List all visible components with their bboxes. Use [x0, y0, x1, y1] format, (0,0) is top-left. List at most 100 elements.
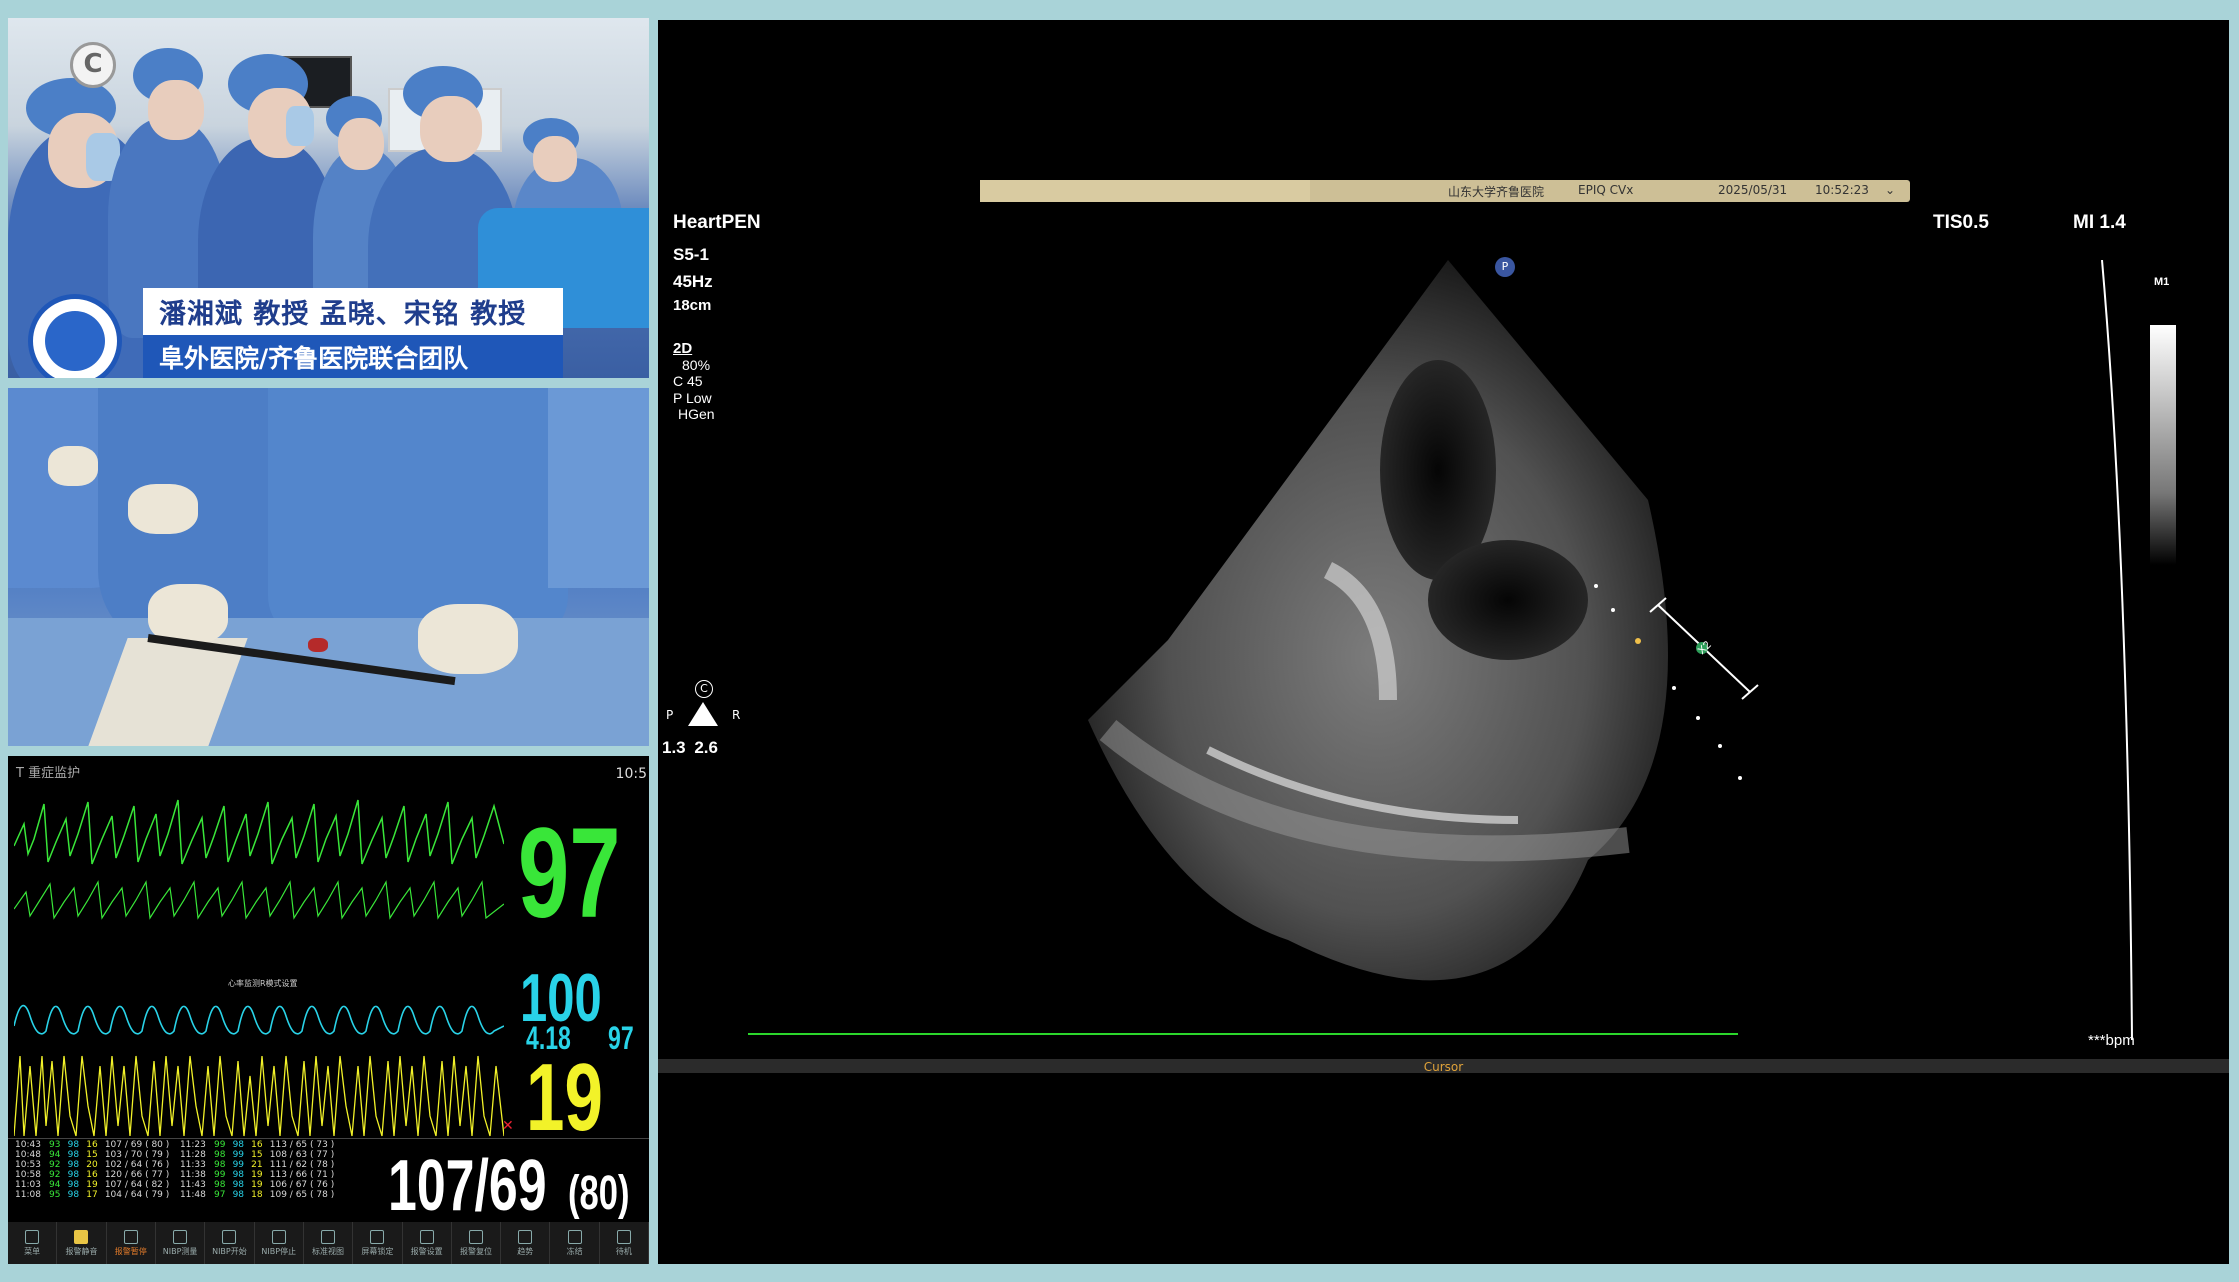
ultrasound-screen: 山东大学齐鲁医院 EPIQ CVx 2025/05/31 10:52:23 ⌄ …	[658, 20, 2229, 1264]
orientation-c: C	[695, 680, 713, 698]
cursor-label: Cursor	[1423, 1060, 1464, 1074]
table-cell: 98	[67, 1190, 80, 1200]
table-cell: 16	[251, 1140, 263, 1150]
button-label: 屏幕锁定	[361, 1246, 394, 1256]
table-cell: 11:03	[15, 1180, 41, 1190]
monitor-button[interactable]: NIBP开始	[205, 1222, 255, 1264]
pleth-waveform	[14, 1004, 504, 1035]
bpm-value: ***bpm	[2088, 1032, 2135, 1049]
gain: 80%	[682, 357, 711, 373]
monitor-button[interactable]: NIBP停止	[255, 1222, 304, 1264]
us-header-empty	[980, 180, 1310, 202]
table-cell: 11:48	[179, 1190, 206, 1200]
table-cell: 19	[251, 1170, 263, 1180]
patient-monitor: T 重症监护 10:5 心率监测R模式设置 97 100 4.18 97 19 …	[8, 756, 649, 1264]
table-cell: 98	[232, 1190, 245, 1200]
trend-table: 10:43 93 98 16 107 / 69 ( 80 ) 11:23 99 98 16 113…	[12, 1140, 342, 1200]
us-device: EPIQ CVx	[1578, 183, 1634, 197]
table-cell: 19	[251, 1180, 263, 1190]
table-cell: 98	[213, 1160, 226, 1170]
orientation-r: R	[732, 708, 741, 722]
chevron-down-icon[interactable]: ⌄	[1885, 183, 1895, 197]
monitor-button[interactable]: 趋势	[501, 1222, 551, 1264]
monitor-button[interactable]: 报警暂停	[107, 1222, 156, 1264]
table-row: 10:43 93 98 16 107 / 69 ( 80 ) 11:23 99 98 16 113…	[12, 1140, 342, 1150]
table-cell: 17	[86, 1190, 98, 1200]
button-label: 报警暂停	[114, 1246, 147, 1256]
monitor-button[interactable]: NIBP测量	[156, 1222, 206, 1264]
table-cell: 11:38	[179, 1170, 206, 1180]
button-icon	[25, 1229, 40, 1244]
table-cell: 98	[67, 1150, 80, 1160]
table-cell: 10:48	[15, 1150, 41, 1160]
surgeon	[548, 388, 649, 588]
table-cell: 120 / 66 ( 77 )	[104, 1170, 170, 1180]
us-hospital: 山东大学齐鲁医院	[1448, 185, 1545, 199]
surgeon	[268, 388, 568, 648]
caption-team: 阜外医院/齐鲁医院联合团队	[143, 335, 563, 378]
depth: 18cm	[673, 297, 712, 314]
table-row: 10:58 92 98 16 120 / 66 ( 77 ) 11:38 99 98 19 113…	[12, 1170, 342, 1180]
button-label: NIBP开始	[212, 1246, 247, 1256]
table-cell: 15	[86, 1150, 98, 1160]
face	[338, 118, 384, 170]
table-cell: 98	[232, 1180, 245, 1190]
table-cell: 107 / 69 ( 80 )	[104, 1140, 170, 1150]
button-icon	[567, 1229, 582, 1244]
button-icon	[370, 1229, 385, 1244]
compress: C 45	[673, 373, 703, 389]
table-cell: 11:08	[15, 1190, 41, 1200]
focus-marker-icon[interactable]: P	[1495, 257, 1515, 277]
table-row: 11:03 94 98 19 107 / 64 ( 82 ) 11:43 98 98 19 106…	[12, 1180, 342, 1190]
monitor-button[interactable]: 报警静音	[57, 1222, 107, 1264]
table-cell: 16	[86, 1170, 98, 1180]
table-cell: 18	[251, 1190, 263, 1200]
table-cell: 98	[213, 1180, 226, 1190]
table-cell: 16	[86, 1140, 98, 1150]
button-label: NIBP测量	[162, 1246, 198, 1256]
table-cell: 94	[49, 1150, 61, 1160]
orientation-p: P	[666, 708, 674, 722]
monitor-button[interactable]: 冻结	[550, 1222, 600, 1264]
table-cell: 99	[232, 1150, 245, 1160]
nibp-map: (80)	[568, 1167, 630, 1220]
table-cell: 11:28	[179, 1150, 206, 1160]
button-icon	[74, 1229, 89, 1244]
mi-value: MI 1.4	[2073, 212, 2126, 233]
monitor-button[interactable]: 待机	[600, 1222, 649, 1264]
table-cell: 108 / 63 ( 77 )	[269, 1150, 335, 1160]
table-cell: 11:23	[179, 1140, 206, 1150]
mode: 2D	[673, 340, 693, 357]
face	[148, 80, 204, 140]
monitor-button[interactable]: 报警设置	[403, 1222, 452, 1264]
table-row: 10:48 94 98 15 103 / 70 ( 79 ) 11:28 98 99 15 108…	[12, 1150, 342, 1160]
button-label: 冻结	[566, 1246, 583, 1256]
table-cell: 97	[213, 1190, 226, 1200]
table-cell: 15	[251, 1150, 263, 1160]
us-header-bar: 山东大学齐鲁医院 EPIQ CVx 2025/05/31 10:52:23 ⌄	[980, 180, 1910, 202]
table-cell: 104 / 64 ( 79 )	[104, 1190, 170, 1200]
table-cell: 98	[232, 1170, 245, 1180]
table-cell: 111 / 62 ( 78 )	[269, 1160, 335, 1170]
pr-value: 97	[608, 1020, 634, 1056]
caption: 潘湘斌 教授 孟晓、宋铭 教授 阜外医院/齐鲁医院联合团队	[143, 288, 563, 378]
monitor-button[interactable]: 报警复位	[452, 1222, 502, 1264]
table-row: 11:08 95 98 17 104 / 64 ( 79 ) 11:48 97 98 18 109…	[12, 1190, 342, 1200]
gloved-hand	[418, 604, 518, 674]
table-cell: 94	[49, 1180, 61, 1190]
monitor-button[interactable]: 菜单	[8, 1222, 58, 1264]
button-icon	[616, 1229, 631, 1244]
caliper-icon[interactable]	[1278, 420, 1998, 820]
monitor-time: 10:5	[615, 766, 647, 782]
monitor-button[interactable]: 屏幕锁定	[353, 1222, 403, 1264]
table-cell: 103 / 70 ( 79 )	[104, 1150, 170, 1160]
table-cell: 10:58	[15, 1170, 41, 1180]
table-cell: 113 / 65 ( 73 )	[269, 1140, 335, 1150]
monitor-button[interactable]: 标准视图	[304, 1222, 354, 1264]
table-cell: 98	[232, 1140, 245, 1150]
monitor-header: T 重症监护 10:5	[8, 756, 649, 784]
table-cell: 10:53	[15, 1160, 41, 1170]
button-icon	[222, 1229, 237, 1244]
orientation-triangle	[688, 702, 718, 726]
alarm-x-icon: ✕	[502, 1118, 514, 1134]
